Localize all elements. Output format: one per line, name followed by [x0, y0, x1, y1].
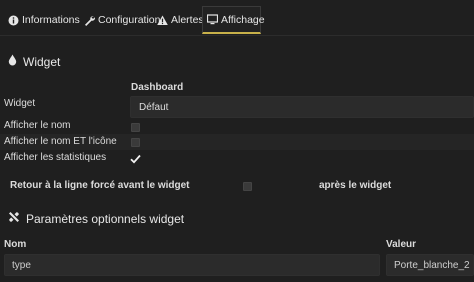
wrench-icon	[84, 15, 95, 26]
option-show-stats-label: Afficher les statistiques	[4, 152, 107, 163]
monitor-icon	[207, 14, 218, 25]
option-show-name-label: Afficher le nom	[4, 120, 71, 131]
widget-select-value: Défaut	[139, 101, 169, 113]
tab-label: Informations	[22, 14, 80, 26]
params-section-title: Paramètres optionnels widget	[8, 211, 184, 226]
tab-label: Alertes	[171, 14, 204, 26]
widget-section-title: Widget	[8, 54, 60, 69]
widget-select[interactable]: Défaut	[130, 96, 474, 118]
widget-label: Widget	[4, 98, 36, 109]
tab-bar: Informations Configuration Alertes Affic…	[0, 0, 474, 36]
show-name-icon-checkbox[interactable]	[131, 138, 140, 147]
tab-configuration[interactable]: Configuration	[84, 6, 160, 34]
param-name-input[interactable]: type	[4, 254, 380, 276]
line-break-before-label: Retour à la ligne forcé avant le widget	[10, 180, 190, 191]
param-value-input[interactable]: Porte_blanche_2	[386, 254, 474, 276]
tools-icon	[8, 211, 20, 226]
section-heading: Widget	[23, 54, 61, 69]
value-column-header: Valeur	[386, 239, 417, 250]
info-circle-icon	[8, 15, 19, 26]
show-name-checkbox[interactable]	[131, 123, 140, 132]
section-heading: Paramètres optionnels widget	[26, 211, 185, 226]
equipment-display-page: Informations Configuration Alertes Affic…	[0, 0, 474, 282]
tab-affichage[interactable]: Affichage	[202, 6, 265, 34]
show-stats-checkbox[interactable]	[130, 153, 141, 164]
param-name-value: type	[12, 259, 31, 271]
tab-alertes[interactable]: Alertes	[157, 6, 204, 34]
name-column-header: Nom	[4, 239, 27, 250]
dashboard-column-header: Dashboard	[131, 82, 184, 93]
line-break-before-checkbox[interactable]	[243, 182, 252, 191]
tab-label: Affichage	[221, 13, 265, 26]
line-break-after-label: après le widget	[319, 180, 392, 191]
check-icon	[130, 154, 141, 164]
tab-label: Configuration	[98, 14, 161, 26]
warning-icon	[157, 15, 168, 26]
option-show-name-icon-label: Afficher le nom ET l'icône	[4, 136, 117, 147]
tab-informations[interactable]: Informations	[8, 6, 80, 34]
drop-icon	[8, 54, 17, 69]
param-value-value: Porte_blanche_2	[394, 259, 470, 271]
